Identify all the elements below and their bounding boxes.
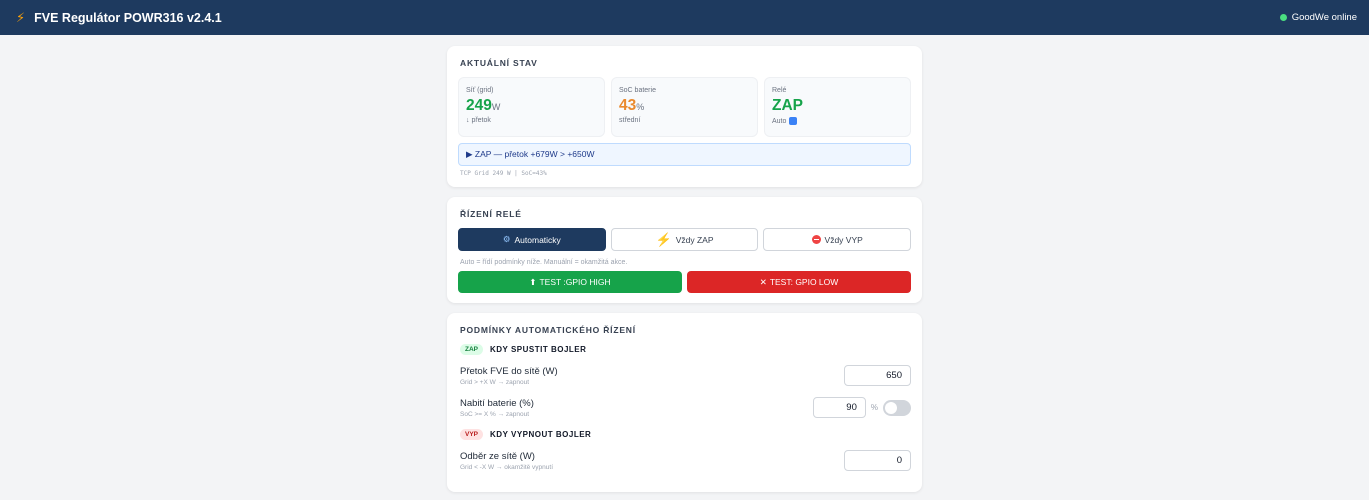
top-bar: ⚡ FVE Regulátor POWR316 v2.4.1 GoodWe on…	[0, 0, 1369, 35]
state-tiles: Síť (grid) 249W ↓ přetok SoC baterie 43%…	[458, 77, 911, 137]
relay-control-card: ŘÍZENÍ RELÉ ⚙ Automaticky ⚡ Vždy ZAP Vžd…	[447, 197, 922, 303]
field-hint: Grid > +X W → zapnout	[460, 378, 530, 386]
off-badge: VYP	[460, 429, 484, 440]
battery-condition-toggle[interactable]	[883, 399, 911, 416]
gear-icon: ⚙	[502, 234, 511, 244]
lightning-icon: ⚡	[16, 9, 26, 25]
relay-value: ZAP	[772, 97, 803, 114]
import-threshold-field: Odběr ze sítě (W) Grid < -X W → okamžitě…	[460, 450, 911, 471]
card-title: AKTUÁLNÍ STAV	[460, 58, 538, 68]
card-title: PODMÍNKY AUTOMATICKÉHO ŘÍZENÍ	[460, 325, 636, 335]
mode-auto-button[interactable]: ⚙ Automaticky	[458, 228, 606, 251]
relay-tile: Relé ZAP Auto	[764, 77, 911, 137]
mode-always-off-button[interactable]: Vždy VYP	[763, 228, 912, 251]
battery-threshold-controls: %	[812, 397, 911, 418]
grid-value: 249W	[466, 97, 501, 114]
battery-threshold-field: Nabití baterie (%) SoC >= X % → zapnout …	[460, 397, 911, 418]
off-section-title: KDY VYPNOUT BOJLER	[490, 430, 592, 439]
card-title: ŘÍZENÍ RELÉ	[460, 209, 522, 219]
up-arrow-icon: ⬆	[529, 276, 537, 287]
mode-buttons: ⚙ Automaticky ⚡ Vždy ZAP Vždy VYP	[458, 228, 912, 251]
off-section-header: VYP KDY VYPNOUT BOJLER	[460, 429, 911, 440]
field-label: Nabití baterie (%)	[460, 397, 534, 409]
percent-unit: %	[870, 403, 878, 412]
field-hint: SoC >= X % → zapnout	[460, 410, 530, 418]
import-threshold-input[interactable]	[844, 450, 911, 471]
grid-tile: Síť (grid) 249W ↓ přetok	[458, 77, 605, 137]
battery-tile: SoC baterie 43% střední	[611, 77, 758, 137]
status-text: GoodWe online	[1291, 12, 1357, 23]
export-threshold-input[interactable]	[844, 365, 911, 386]
test-gpio-low-button[interactable]: ✕ TEST: GPIO LOW	[687, 271, 911, 293]
battery-threshold-input[interactable]	[812, 397, 866, 418]
battery-sub: střední	[619, 117, 641, 124]
diagnostic-line: TCP Grid 249 W | SoC=43%	[460, 170, 547, 177]
current-state-card: AKTUÁLNÍ STAV Síť (grid) 249W ↓ přetok S…	[447, 46, 922, 187]
grid-sub: ↓ přetok	[466, 117, 491, 124]
auto-mode-icon	[789, 117, 798, 125]
on-badge: ZAP	[460, 344, 483, 355]
app-brand: ⚡ FVE Regulátor POWR316 v2.4.1	[16, 10, 222, 26]
relay-label: Relé	[772, 87, 787, 94]
relay-sub: Auto	[772, 117, 903, 125]
status-dot-icon	[1279, 14, 1287, 21]
on-section-header: ZAP KDY SPUSTIT BOJLER	[460, 344, 911, 355]
test-gpio-high-button[interactable]: ⬆ TEST :GPIO HIGH	[458, 271, 682, 293]
mode-hint: Auto = řídí podmínky níže. Manuální = ok…	[460, 259, 628, 266]
main-column: AKTUÁLNÍ STAV Síť (grid) 249W ↓ přetok S…	[447, 46, 922, 492]
app-title: FVE Regulátor POWR316 v2.4.1	[34, 10, 222, 25]
on-section-title: KDY SPUSTIT BOJLER	[490, 345, 587, 354]
no-entry-icon	[811, 235, 821, 244]
relay-status-banner: ▶ ZAP — přetok +679W > +650W	[458, 143, 911, 166]
field-label: Přetok FVE do sítě (W)	[460, 365, 558, 377]
conditions-card: PODMÍNKY AUTOMATICKÉHO ŘÍZENÍ ZAP KDY SP…	[447, 313, 922, 492]
connection-status: GoodWe online	[1279, 12, 1357, 23]
test-buttons: ⬆ TEST :GPIO HIGH ✕ TEST: GPIO LOW	[458, 271, 911, 293]
battery-label: SoC baterie	[619, 87, 656, 94]
field-hint: Grid < -X W → okamžitě vypnutí	[460, 463, 554, 471]
cross-icon: ✕	[759, 276, 767, 287]
field-label: Odběr ze sítě (W)	[460, 450, 535, 462]
battery-value: 43%	[619, 97, 645, 114]
lightning-icon: ⚡	[655, 231, 672, 247]
mode-always-on-button[interactable]: ⚡ Vždy ZAP	[610, 228, 759, 251]
export-threshold-field: Přetok FVE do sítě (W) Grid > +X W → zap…	[460, 365, 911, 386]
grid-label: Síť (grid)	[466, 87, 494, 94]
